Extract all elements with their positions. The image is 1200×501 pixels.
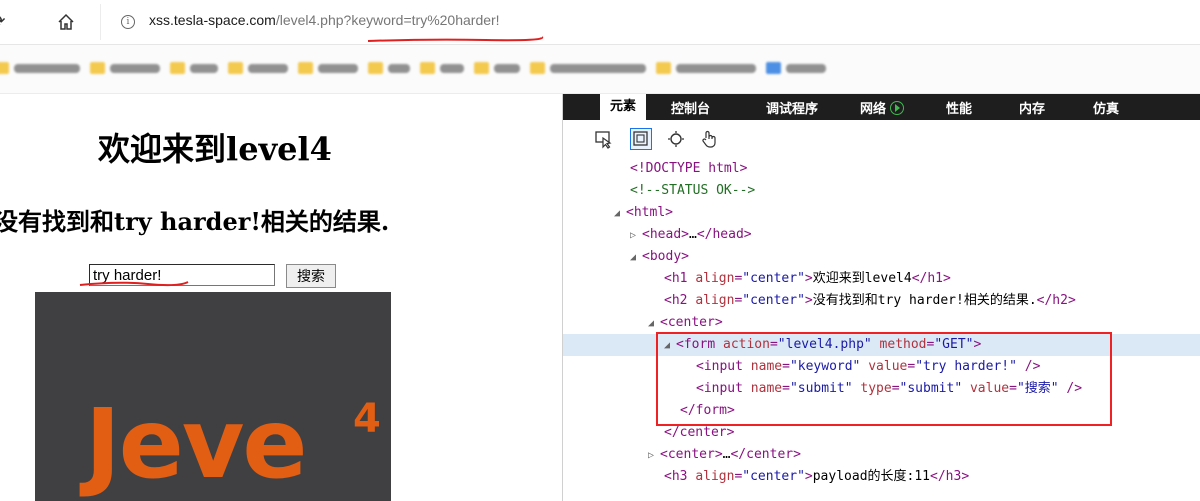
bookmark-label — [786, 63, 826, 73]
refresh-icon[interactable]: ⟳ — [0, 10, 10, 34]
bookmark-item[interactable] — [368, 60, 410, 76]
dom-line-body[interactable]: ◢ <body> — [630, 246, 689, 268]
dom-line-form-selected[interactable]: ◢ <form action="level4.php" method="GET"> — [563, 334, 1200, 356]
bookmark-folder-icon — [228, 62, 243, 74]
bookmark-label — [318, 63, 358, 73]
bookmark-item[interactable] — [90, 60, 160, 76]
tab-network-label: 网络 — [860, 102, 887, 117]
site-info-icon[interactable]: i — [121, 15, 135, 29]
url-host: xss.tesla-space.com — [149, 12, 276, 28]
bookmark-folder-icon — [766, 62, 781, 74]
bookmark-label — [190, 63, 218, 73]
result-heading: 没有找到和try harder!相关的结果. — [0, 207, 390, 236]
level-logo-text: Jeve — [85, 388, 308, 500]
page-heading: 欢迎来到level4 — [98, 130, 332, 168]
level-logo-image: Jeve 4 — [35, 292, 391, 501]
bookmark-folder-icon — [420, 62, 435, 74]
bookmark-item[interactable] — [474, 60, 520, 76]
bookmark-folder-icon — [474, 62, 489, 74]
dom-line-h3[interactable]: <h3 align="center">payload的长度:11</h3> — [664, 466, 969, 488]
address-bar[interactable]: i xss.tesla-space.com/level4.php?keyword… — [100, 4, 1200, 40]
select-element-icon[interactable] — [593, 128, 615, 150]
tab-elements[interactable]: 元素 — [600, 94, 647, 120]
home-icon[interactable] — [54, 10, 78, 34]
devtools-tab-bar: 元素 控制台 调试程序 网络 性能 内存 仿真 — [563, 94, 1200, 120]
record-icon — [890, 101, 905, 115]
level-logo-number: 4 — [353, 396, 381, 442]
bookmark-folder-icon — [170, 62, 185, 74]
bookmark-folder-icon — [298, 62, 313, 74]
bookmark-item[interactable] — [530, 60, 646, 76]
bookmark-folder-icon — [0, 62, 9, 74]
bookmark-label — [676, 63, 756, 73]
dom-line-head[interactable]: ▷ <head>…</head> — [630, 224, 752, 246]
page-viewport: 欢迎来到level4 没有找到和try harder!相关的结果. 搜索 Jev… — [0, 94, 562, 501]
dom-highlight-icon[interactable] — [630, 128, 652, 150]
bookmark-folder-icon — [656, 62, 671, 74]
bookmark-item[interactable] — [420, 60, 464, 76]
bookmark-label — [550, 63, 646, 73]
bookmark-folder-icon — [368, 62, 383, 74]
dom-line-form-close[interactable]: </form> — [680, 400, 735, 422]
dom-line-comment[interactable]: <!--STATUS OK--> — [630, 180, 755, 202]
dom-line-input-submit[interactable]: <input name="submit" type="submit" value… — [696, 378, 1082, 400]
keyword-input[interactable] — [89, 264, 275, 286]
devtools-panel: 元素 控制台 调试程序 网络 性能 内存 仿真 <!DOCTYPE html> … — [562, 94, 1200, 501]
bookmark-folder-icon — [90, 62, 105, 74]
tab-memory[interactable]: 内存 — [1019, 98, 1045, 117]
dom-line-h2[interactable]: <h2 align="center">没有找到和try harder!相关的结果… — [664, 290, 1076, 312]
dom-tree: <!DOCTYPE html> <!--STATUS OK--> ◢ <html>… — [563, 158, 1200, 501]
devtools-toolbar — [563, 120, 1200, 158]
bookmark-label — [110, 63, 160, 73]
bookmark-item[interactable] — [170, 60, 218, 76]
bookmark-item[interactable] — [656, 60, 756, 76]
bookmark-folder-icon — [530, 62, 545, 74]
dom-line-input-keyword[interactable]: <input name="keyword" value="try harder!… — [696, 356, 1040, 378]
tab-console[interactable]: 控制台 — [671, 98, 710, 117]
tab-emulation[interactable]: 仿真 — [1093, 98, 1119, 117]
url-text: xss.tesla-space.com/level4.php?keyword=t… — [149, 12, 500, 28]
tab-performance[interactable]: 性能 — [946, 98, 972, 117]
bookmark-label — [14, 63, 80, 73]
bookmark-label — [494, 63, 520, 73]
bookmark-item[interactable] — [766, 60, 826, 76]
bookmark-item[interactable] — [228, 60, 288, 76]
dom-line-center[interactable]: ◢ <center> — [648, 312, 723, 334]
bookmark-label — [248, 63, 288, 73]
dom-line-h1[interactable]: <h1 align="center">欢迎来到level4</h1> — [664, 268, 951, 290]
search-button[interactable]: 搜索 — [286, 264, 336, 288]
color-picker-icon[interactable] — [665, 128, 687, 150]
bookmark-label — [440, 63, 464, 73]
bookmark-label — [388, 63, 410, 73]
bookmark-item[interactable] — [298, 60, 358, 76]
bookmark-item[interactable] — [0, 60, 80, 76]
bookmarks-bar — [0, 45, 1200, 94]
red-underline-annotation — [367, 36, 544, 42]
browser-toolbar: ⟳ i xss.tesla-space.com/level4.php?keywo… — [0, 0, 1200, 45]
tab-debugger[interactable]: 调试程序 — [766, 98, 818, 117]
touch-icon[interactable] — [698, 128, 720, 150]
dom-line-center-collapsed[interactable]: ▷ <center>…</center> — [648, 444, 801, 466]
url-path: /level4.php?keyword=try%20harder! — [275, 12, 500, 28]
tab-network[interactable]: 网络 — [860, 98, 905, 117]
dom-line-center-close[interactable]: </center> — [664, 422, 734, 444]
dom-line-html[interactable]: ◢ <html> — [614, 202, 673, 224]
dom-line-doctype[interactable]: <!DOCTYPE html> — [630, 158, 747, 180]
